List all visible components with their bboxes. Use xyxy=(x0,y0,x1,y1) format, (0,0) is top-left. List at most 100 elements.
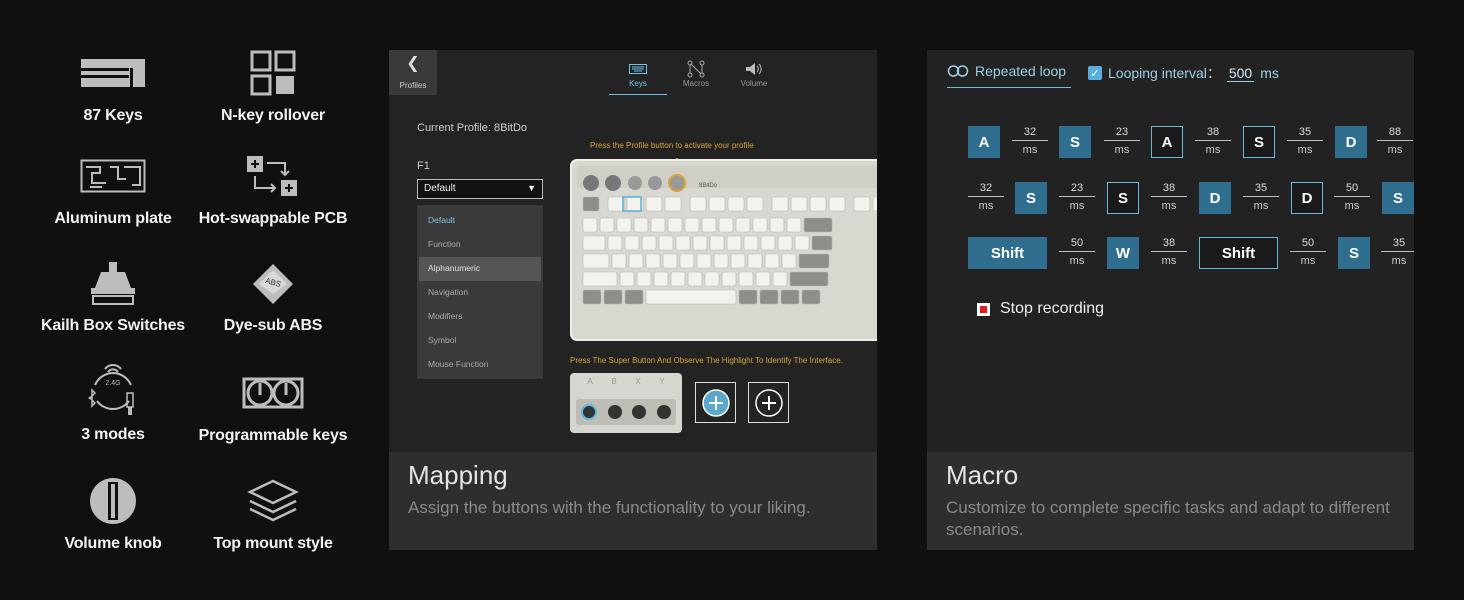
keycap xyxy=(653,271,669,287)
svg-text:8BitDo: 8BitDo xyxy=(699,183,718,189)
macro-key[interactable]: D xyxy=(1199,182,1231,214)
mapping-caption: Mapping Assign the buttons with the func… xyxy=(389,452,877,550)
pad-buttons xyxy=(576,399,676,425)
macro-delay[interactable]: 50 ms xyxy=(1334,182,1370,212)
feature-87-keys: 87 Keys xyxy=(28,45,198,125)
keycap xyxy=(709,235,725,251)
keyboard-icon xyxy=(78,45,148,101)
keycap xyxy=(633,217,649,233)
keycap xyxy=(664,196,682,212)
macro-delay[interactable]: 38 ms xyxy=(1151,182,1187,212)
super-button-pad: A B X Y xyxy=(570,373,682,433)
macro-key[interactable]: S xyxy=(1015,182,1047,214)
option-function[interactable]: Function xyxy=(417,233,543,257)
pad-letter: B xyxy=(611,377,617,386)
macro-delay[interactable]: 35 ms xyxy=(1243,182,1279,212)
add-mapping-button[interactable] xyxy=(695,382,736,423)
macro-delay[interactable]: 50 ms xyxy=(1290,237,1326,267)
feature-label: Top mount style xyxy=(213,535,333,552)
macro-key[interactable]: Shift xyxy=(968,237,1047,269)
keycap xyxy=(730,253,746,269)
macro-delay[interactable]: 88 ms xyxy=(1377,126,1413,156)
macro-delay[interactable]: 35 ms xyxy=(1287,126,1323,156)
keycap xyxy=(872,196,877,212)
keycap xyxy=(641,235,657,251)
macro-key[interactable]: A xyxy=(1151,126,1183,158)
feature-programmable: Programmable keys xyxy=(188,365,358,445)
keyboard-illustration[interactable]: 8BitDo xyxy=(569,152,877,342)
pad-button[interactable] xyxy=(607,405,622,419)
keycap xyxy=(624,289,644,305)
feature-kailh-box: Kailh Box Switches xyxy=(28,255,198,335)
keycap xyxy=(603,289,623,305)
macro-delay[interactable]: 35 ms xyxy=(1381,237,1414,267)
tab-repeated-loop[interactable]: Repeated loop xyxy=(947,63,1071,88)
keycap xyxy=(607,235,623,251)
macro-nodes-icon xyxy=(667,59,725,79)
macro-delay[interactable]: 23 ms xyxy=(1059,182,1095,212)
knob-icon xyxy=(78,473,148,529)
key-category-select[interactable]: Default ▼ xyxy=(417,179,543,199)
macro-delay[interactable]: 38 ms xyxy=(1195,126,1231,156)
keycap xyxy=(738,289,758,305)
keycap xyxy=(696,253,712,269)
macro-key[interactable]: Shift xyxy=(1199,237,1278,269)
option-default[interactable]: Default xyxy=(417,209,543,233)
keycap xyxy=(738,271,754,287)
pad-button[interactable] xyxy=(656,405,671,419)
grid-icon xyxy=(238,45,308,101)
macro-key[interactable]: S xyxy=(1107,182,1139,214)
macro-delay[interactable]: 32 ms xyxy=(1012,126,1048,156)
option-modifiers[interactable]: Modifiers xyxy=(417,305,543,329)
tab-volume[interactable]: Volume xyxy=(725,59,783,95)
tab-keys[interactable]: Keys xyxy=(609,59,667,95)
keycap xyxy=(726,235,742,251)
option-symbol[interactable]: Symbol xyxy=(417,329,543,353)
keycap xyxy=(718,217,734,233)
macro-key[interactable]: D xyxy=(1335,126,1367,158)
macro-key[interactable]: S xyxy=(1382,182,1414,214)
caption-title: Mapping xyxy=(408,460,508,490)
pad-letter: Y xyxy=(659,377,665,386)
macro-key[interactable]: S xyxy=(1059,126,1091,158)
keycap xyxy=(772,271,788,287)
looping-interval-checkbox[interactable]: ✓ xyxy=(1088,66,1102,80)
keycap xyxy=(746,196,764,212)
macro-key[interactable]: S xyxy=(1243,126,1275,158)
stop-recording-button[interactable]: Stop recording xyxy=(977,300,1104,318)
2-4g-badge: 2.4G xyxy=(105,380,120,387)
keycap xyxy=(582,217,598,233)
back-label: Profiles xyxy=(399,81,427,90)
macro-delay[interactable]: 50 ms xyxy=(1059,237,1095,267)
macro-key[interactable]: W xyxy=(1107,237,1139,269)
keycap xyxy=(670,271,686,287)
looping-interval-input[interactable]: 500 xyxy=(1226,65,1255,82)
keycap xyxy=(636,271,652,287)
feature-label: 3 modes xyxy=(81,426,145,443)
feature-dye-sub-abs: ABS Dye-sub ABS xyxy=(188,255,358,335)
keycap xyxy=(701,217,717,233)
pad-letters: A B X Y xyxy=(570,373,682,386)
option-navigation[interactable]: Navigation xyxy=(417,281,543,305)
interval-unit: ms xyxy=(1260,65,1279,81)
keycap xyxy=(790,196,808,212)
keycap xyxy=(645,289,737,305)
keycap xyxy=(684,217,700,233)
macro-key[interactable]: A xyxy=(968,126,1000,158)
record-stop-icon xyxy=(977,302,990,316)
super-button[interactable] xyxy=(581,404,598,420)
keycap xyxy=(619,271,635,287)
macro-delay[interactable]: 38 ms xyxy=(1151,237,1187,267)
option-alphanumeric[interactable]: Alphanumeric xyxy=(419,257,541,281)
keycap xyxy=(708,196,726,212)
add-mapping-button-2[interactable] xyxy=(748,382,789,423)
macro-delay[interactable]: 32 ms xyxy=(968,182,1004,212)
macro-key[interactable]: D xyxy=(1291,182,1323,214)
macro-delay[interactable]: 23 ms xyxy=(1104,126,1140,156)
pad-button[interactable] xyxy=(632,405,647,419)
option-mouse-function[interactable]: Mouse Function xyxy=(417,353,543,377)
macro-key[interactable]: S xyxy=(1338,237,1370,269)
profiles-back-button[interactable]: ❮ Profiles xyxy=(389,50,437,95)
tab-macros[interactable]: Macros xyxy=(667,59,725,95)
keycap xyxy=(607,196,625,212)
